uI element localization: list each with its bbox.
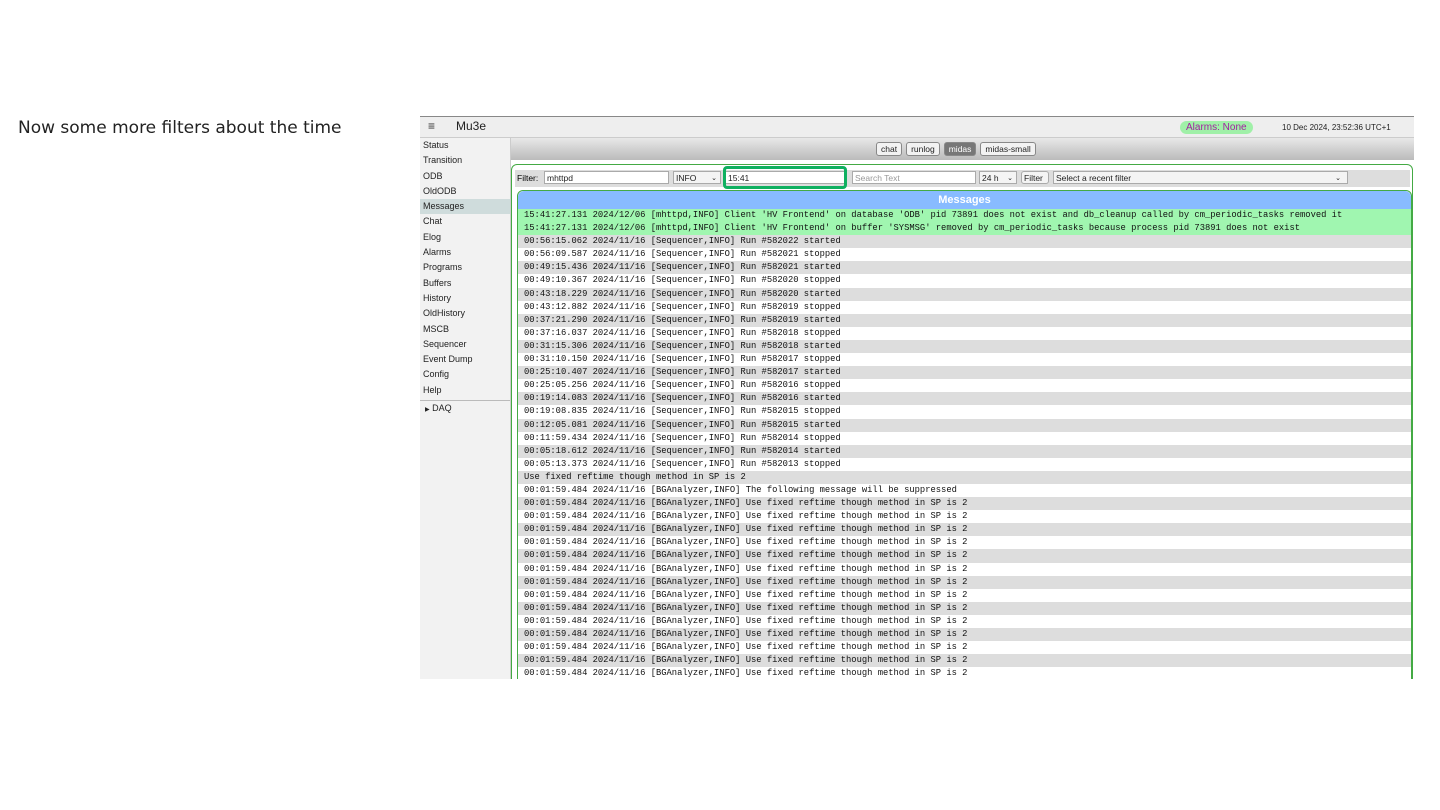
sidebar-item-messages[interactable]: Messages: [420, 199, 510, 215]
message-row: 00:37:21.290 2024/11/16 [Sequencer,INFO]…: [518, 313, 1411, 327]
search-text-input[interactable]: Search Text: [852, 171, 976, 184]
tab-chat[interactable]: chat: [876, 142, 903, 156]
message-row: 00:25:10.407 2024/11/16 [Sequencer,INFO]…: [518, 366, 1411, 380]
message-row: 00:05:18.612 2024/11/16 [Sequencer,INFO]…: [518, 444, 1411, 458]
message-row: Use fixed reftime though method in SP is…: [518, 470, 1411, 484]
sidebar-item-sequencer[interactable]: Sequencer: [420, 337, 510, 352]
message-row: 00:31:15.306 2024/11/16 [Sequencer,INFO]…: [518, 339, 1411, 354]
type-select[interactable]: INFO ⌄: [673, 171, 721, 184]
message-row-highlighted: 15:41:27.131 2024/12/06 [mhttpd,INFO] Cl…: [518, 222, 1411, 236]
message-row: 00:01:59.484 2024/11/16 [BGAnalyzer,INFO…: [518, 667, 1411, 679]
message-row: 00:43:12.882 2024/11/16 [Sequencer,INFO]…: [518, 300, 1411, 314]
slide-caption: Now some more filters about the time: [18, 118, 342, 138]
message-row: 00:01:59.484 2024/11/16 [BGAnalyzer,INFO…: [518, 628, 1411, 642]
sidebar: Status Transition ODB OldODB Messages Chat Elo…: [420, 138, 511, 679]
message-row: 00:01:59.484 2024/11/16 [BGAnalyzer,INFO…: [518, 562, 1411, 576]
sidebar-item-transition[interactable]: Transition: [420, 153, 510, 168]
sidebar-item-help[interactable]: Help: [420, 383, 510, 398]
tab-runlog[interactable]: runlog: [906, 142, 940, 156]
message-row: 00:01:59.484 2024/11/16 [BGAnalyzer,INFO…: [518, 575, 1411, 589]
message-row: 00:01:59.484 2024/11/16 [BGAnalyzer,INFO…: [518, 549, 1411, 563]
sidebar-item-config[interactable]: Config: [420, 367, 510, 382]
message-row: 00:37:16.037 2024/11/16 [Sequencer,INFO]…: [518, 326, 1411, 340]
message-row: 00:01:59.484 2024/11/16 [BGAnalyzer,INFO…: [518, 601, 1411, 615]
recent-filter-select[interactable]: Select a recent filter ⌄: [1053, 171, 1348, 184]
chevron-down-icon: ⌄: [711, 175, 717, 182]
sidebar-item-elog[interactable]: Elog: [420, 230, 510, 245]
top-bar: ≡ Mu3e Alarms: None 10 Dec 2024, 23:52:3…: [420, 117, 1414, 138]
sidebar-item-oldhistory[interactable]: OldHistory: [420, 306, 510, 321]
message-row: 00:01:59.484 2024/11/16 [BGAnalyzer,INFO…: [518, 588, 1411, 602]
sidebar-item-mscb[interactable]: MSCB: [420, 322, 510, 337]
alarms-badge[interactable]: Alarms: None: [1180, 121, 1253, 134]
message-row: 00:25:05.256 2024/11/16 [Sequencer,INFO]…: [518, 379, 1411, 393]
message-row: 00:01:59.484 2024/11/16 [BGAnalyzer,INFO…: [518, 641, 1411, 655]
message-row: 00:12:05.081 2024/11/16 [Sequencer,INFO]…: [518, 418, 1411, 432]
message-row: 00:49:15.436 2024/11/16 [Sequencer,INFO]…: [518, 261, 1411, 275]
clock: 10 Dec 2024, 23:52:36 UTC+1: [1282, 123, 1391, 132]
message-row: 00:31:10.150 2024/11/16 [Sequencer,INFO]…: [518, 353, 1411, 367]
sidebar-item-programs[interactable]: Programs: [420, 260, 510, 275]
sidebar-item-chat[interactable]: Chat: [420, 214, 510, 229]
message-row-highlighted: 15:41:27.131 2024/12/06 [mhttpd,INFO] Cl…: [518, 209, 1411, 223]
message-row: 00:01:59.484 2024/11/16 [BGAnalyzer,INFO…: [518, 654, 1411, 668]
tab-midas[interactable]: midas: [943, 142, 977, 156]
sidebar-item-odb[interactable]: ODB: [420, 169, 510, 184]
message-row: 00:05:13.373 2024/11/16 [Sequencer,INFO]…: [518, 457, 1411, 471]
message-row: 00:19:14.083 2024/11/16 [Sequencer,INFO]…: [518, 392, 1411, 406]
triangle-right-icon: ▶: [425, 407, 430, 414]
highlight-box: [723, 166, 847, 189]
sidebar-item-oldodb[interactable]: OldODB: [420, 184, 510, 199]
tab-midas-small[interactable]: midas-small: [980, 142, 1036, 156]
filter-row: Filter: mhttpd INFO ⌄ 15:41 Search Text 2…: [515, 170, 1410, 187]
message-row: 00:01:59.484 2024/11/16 [BGAnalyzer,INFO…: [518, 523, 1411, 537]
midas-screenshot: ≡ Mu3e Alarms: None 10 Dec 2024, 23:52:3…: [420, 116, 1414, 679]
hamburger-icon[interactable]: ≡: [428, 119, 435, 133]
message-row: 00:56:09.587 2024/11/16 [Sequencer,INFO]…: [518, 248, 1411, 262]
sidebar-item-event-dump[interactable]: Event Dump: [420, 352, 510, 367]
sidebar-group-daq[interactable]: ▶ DAQ: [420, 401, 510, 416]
button-bar: chat runlog midas midas-small: [511, 138, 1414, 160]
messages-header: Messages: [518, 191, 1411, 209]
messages-list[interactable]: Messages 15:41:27.131 2024/12/06 [mhttpd…: [517, 190, 1412, 679]
message-row: 00:49:10.367 2024/11/16 [Sequencer,INFO]…: [518, 274, 1411, 288]
message-row: 00:19:08.835 2024/11/16 [Sequencer,INFO]…: [518, 405, 1411, 419]
message-row: 00:01:59.484 2024/11/16 [BGAnalyzer,INFO…: [518, 614, 1411, 628]
sidebar-item-buffers[interactable]: Buffers: [420, 276, 510, 291]
filter-label: Filter:: [517, 173, 539, 183]
message-row: 00:01:59.484 2024/11/16 [BGAnalyzer,INFO…: [518, 497, 1411, 511]
name-filter-input[interactable]: mhttpd: [544, 171, 669, 184]
message-row: 00:01:59.484 2024/11/16 [BGAnalyzer,INFO…: [518, 536, 1411, 550]
message-row: 00:56:15.062 2024/11/16 [Sequencer,INFO]…: [518, 235, 1411, 249]
app-title: Mu3e: [456, 119, 487, 133]
range-select[interactable]: 24 h ⌄: [979, 171, 1017, 184]
message-row: 00:01:59.484 2024/11/16 [BGAnalyzer,INFO…: [518, 483, 1411, 498]
message-row: 00:01:59.484 2024/11/16 [BGAnalyzer,INFO…: [518, 510, 1411, 524]
sidebar-item-alarms[interactable]: Alarms: [420, 245, 510, 260]
chevron-down-icon: ⌄: [1335, 175, 1341, 182]
chevron-down-icon: ⌄: [1007, 175, 1013, 182]
sidebar-item-history[interactable]: History: [420, 291, 510, 306]
filter-button[interactable]: Filter: [1021, 171, 1049, 184]
message-row: 00:11:59.434 2024/11/16 [Sequencer,INFO]…: [518, 431, 1411, 445]
sidebar-item-status[interactable]: Status: [420, 138, 510, 153]
message-row: 00:43:18.229 2024/11/16 [Sequencer,INFO]…: [518, 287, 1411, 301]
